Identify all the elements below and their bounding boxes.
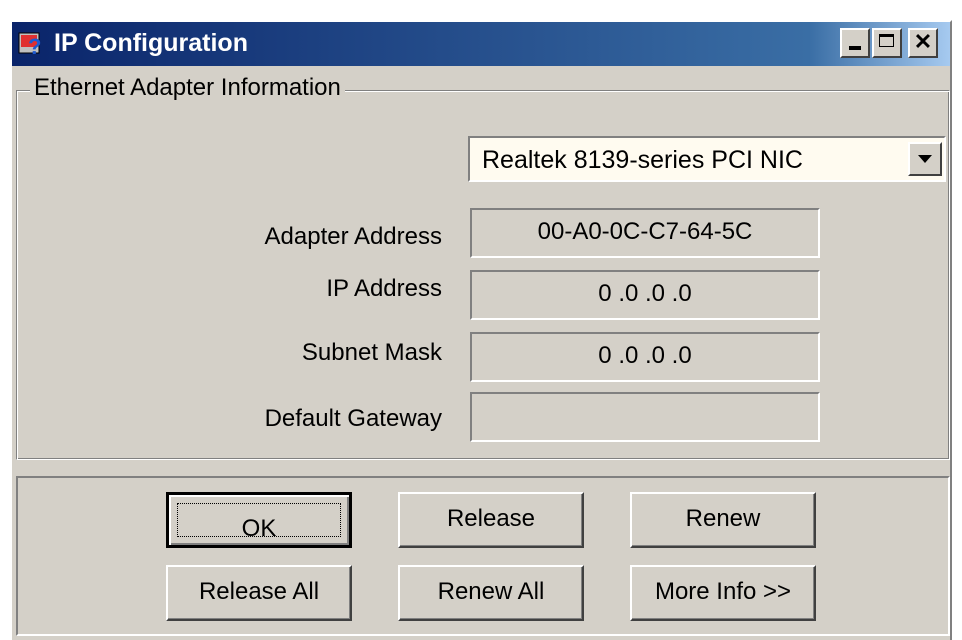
adapter-select-value: Realtek 8139-series PCI NIC (482, 146, 803, 174)
ok-button-label: OK (241, 515, 277, 542)
svg-text:?: ? (28, 34, 41, 58)
adapter-address-label: Adapter Address (264, 223, 442, 250)
ip-address-value: 0 .0 .0 .0 (470, 270, 820, 320)
renew-all-button[interactable]: Renew All (398, 565, 584, 621)
adapter-select[interactable]: Realtek 8139-series PCI NIC (468, 136, 946, 182)
renew-button[interactable]: Renew (630, 492, 816, 548)
release-all-button[interactable]: Release All (166, 565, 352, 621)
default-gateway-label: Default Gateway (264, 405, 442, 432)
ip-address-label: IP Address (326, 275, 442, 302)
ok-button[interactable]: OK (166, 492, 352, 548)
network-question-icon: ? (18, 32, 41, 58)
more-info-button[interactable]: More Info >> (630, 565, 816, 621)
adapter-address-value: 00-A0-0C-C7-64-5C (470, 208, 820, 258)
subnet-mask-value: 0 .0 .0 .0 (470, 332, 820, 382)
close-icon[interactable]: ✕ (908, 28, 938, 58)
adapter-info-legend: Ethernet Adapter Information (30, 73, 345, 103)
release-button[interactable]: Release (398, 492, 584, 548)
default-gateway-value (470, 392, 820, 442)
window-title: IP Configuration (54, 29, 248, 57)
maximize-icon[interactable] (872, 28, 902, 58)
dropdown-arrow-icon[interactable] (908, 142, 942, 176)
subnet-mask-label: Subnet Mask (301, 339, 442, 366)
minimize-icon[interactable] (840, 28, 870, 58)
ok-focus-rect: OK (177, 503, 341, 542)
title-bar[interactable]: ? IP Configuration ✕ (12, 22, 950, 66)
